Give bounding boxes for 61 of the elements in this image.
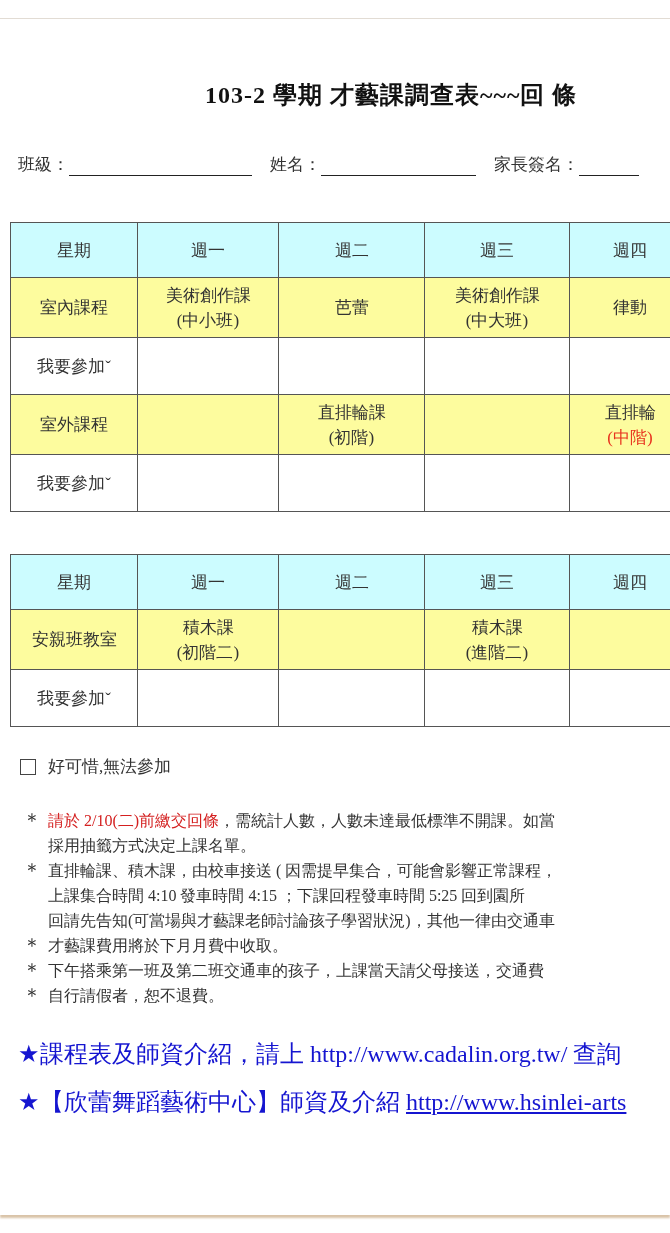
course-cell: 積木課 (初階二) [137, 609, 279, 670]
bullet-mark: ＊ [22, 808, 43, 833]
checkbox[interactable] [20, 758, 36, 775]
header-cell: 週四 [569, 554, 670, 610]
signup-cell[interactable] [278, 454, 425, 512]
field-label: 班級： [18, 154, 69, 176]
signup-cell[interactable] [569, 337, 670, 395]
header-cell: 星期 [10, 222, 138, 278]
field-label: 姓名： [270, 154, 321, 176]
course-cell: 積木課 (進階二) [424, 609, 570, 670]
signup-cell[interactable] [278, 337, 425, 395]
course-cell: 美術創作課 (中大班) [424, 277, 570, 338]
signup-label-cell: 我要參加ˇ [10, 337, 138, 395]
header-cell: 週一 [137, 222, 279, 278]
header-cell: 週二 [278, 222, 425, 278]
info-text: 課程表及師資介紹，請上 http://www.cadalin.org.tw/ 查詢 [40, 1040, 622, 1069]
header-cell: 週四 [569, 222, 670, 278]
course-cell: 直排輪 (中階) [569, 394, 670, 455]
star-icon: ★ [18, 1088, 40, 1116]
bullet-mark: ＊ [22, 983, 43, 1008]
signup-cell[interactable] [424, 669, 570, 727]
website-link[interactable]: http://www.hsinlei-arts [406, 1089, 627, 1116]
header-cell: 週三 [424, 222, 570, 278]
note-text: 才藝課費用將於下月月費中收取。 [48, 936, 288, 956]
note-text: 採用抽籤方式決定上課名單。 [48, 836, 257, 856]
header-cell: 週三 [424, 554, 570, 610]
bullet-mark: ＊ [22, 958, 43, 983]
course-cell: 芭蕾 [278, 277, 425, 338]
course-cell: 美術創作課 (中小班) [137, 277, 279, 338]
signup-cell[interactable] [569, 669, 670, 727]
signup-cell[interactable] [137, 454, 279, 512]
note-text: 請於 2/10(二)前繳交回條，需統計人數，人數未達最低標準不開課。如當 [48, 811, 556, 832]
signup-cell[interactable] [137, 669, 279, 727]
note-text: 下午搭乘第一班及第二班交通車的孩子，上課當天請父母接送，交通費 [48, 961, 544, 981]
row-heading-cell: 室外課程 [10, 394, 138, 455]
signup-cell[interactable] [569, 454, 670, 512]
note-text: 直排輪課、積木課，由校車接送 ( 因需提早集合，可能會影響正常課程， [48, 861, 558, 882]
signup-cell[interactable] [278, 669, 425, 727]
header-cell: 週二 [278, 554, 425, 610]
info-text: 【欣蕾舞蹈藝術中心】師資及介紹 [40, 1088, 400, 1117]
star-icon: ★ [18, 1040, 40, 1068]
course-cell: 直排輪課 (初階) [278, 394, 425, 455]
checkbox-label: 好可惜,無法參加 [48, 756, 172, 778]
form-title: 103-2 學期 才藝課調查表~~~回 條 [205, 81, 579, 110]
field-label: 家長簽名： [494, 154, 579, 176]
note-text: 上課集合時間 4:10 發車時間 4:15 ；下課回程發車時間 5:25 回到園所 [48, 886, 527, 906]
signup-cell[interactable] [137, 337, 279, 395]
header-cell: 週一 [137, 554, 279, 610]
signup-cell[interactable] [424, 337, 570, 395]
row-heading-cell: 室內課程 [10, 277, 138, 338]
note-text: 自行請假者，恕不退費。 [48, 986, 224, 1006]
course-cell: 律動 [569, 277, 670, 338]
note-text: 回請先告知(可當場與才藝課老師討論孩子學習狀況)，其他一律由交通車 [48, 911, 556, 932]
signup-cell[interactable] [424, 454, 570, 512]
row-heading-cell: 安親班教室 [10, 609, 138, 670]
signup-label-cell: 我要參加ˇ [10, 669, 138, 727]
signup-label-cell: 我要參加ˇ [10, 454, 138, 512]
bullet-mark: ＊ [22, 933, 43, 958]
bullet-mark: ＊ [22, 858, 43, 883]
header-cell: 星期 [10, 554, 138, 610]
course-level: (中階) [606, 426, 654, 449]
